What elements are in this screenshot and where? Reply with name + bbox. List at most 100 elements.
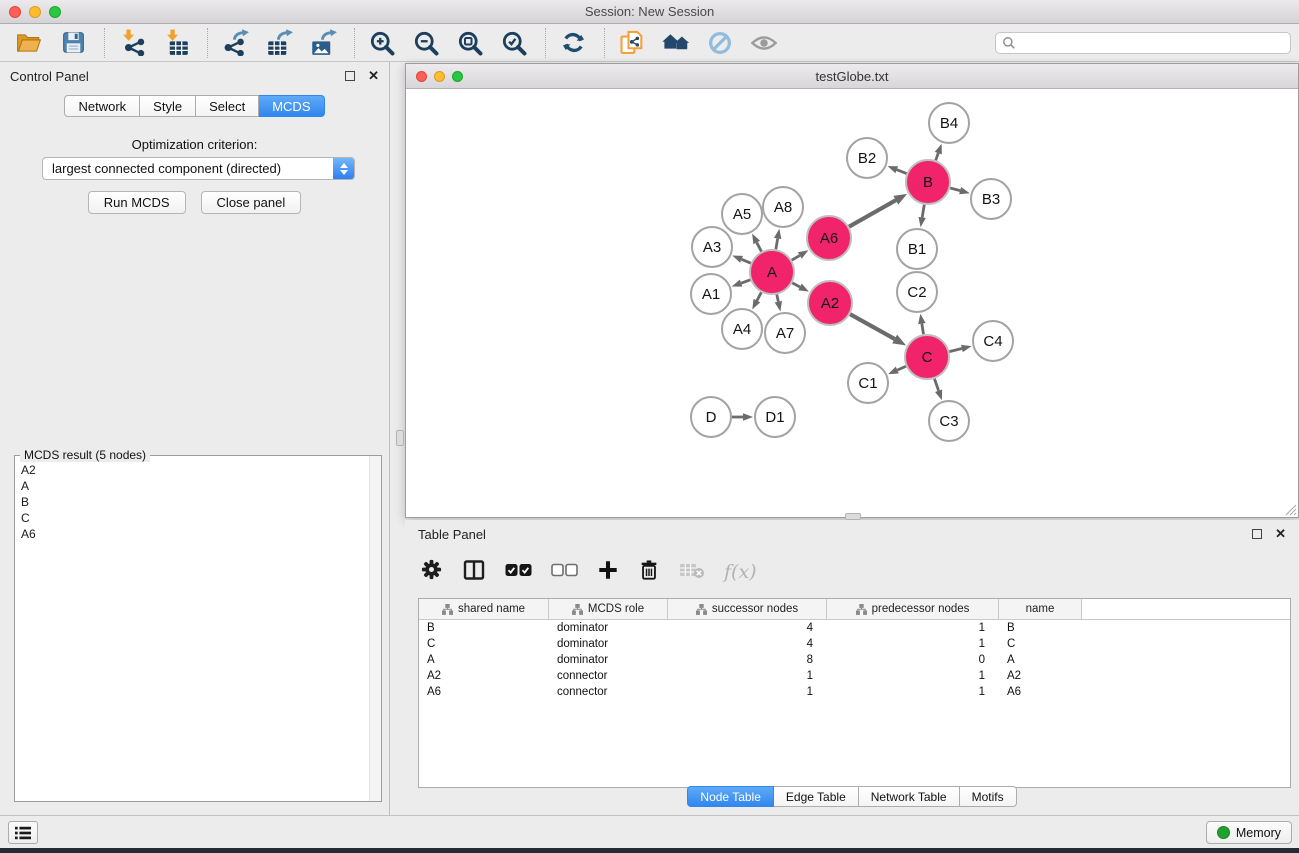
close-window-button[interactable] xyxy=(9,6,21,18)
result-item[interactable]: A xyxy=(21,478,363,494)
select-all-columns-button[interactable] xyxy=(505,563,532,582)
window-resize-grip[interactable] xyxy=(1284,503,1297,516)
export-image-button[interactable] xyxy=(308,29,338,57)
graph-edge[interactable] xyxy=(792,283,800,287)
graph-edge[interactable] xyxy=(742,259,751,263)
run-mcds-button[interactable]: Run MCDS xyxy=(88,191,186,214)
import-table-button[interactable] xyxy=(161,29,191,57)
table-cell[interactable]: 1 xyxy=(827,670,999,682)
table-row[interactable]: Bdominator41B xyxy=(419,620,1290,636)
graph-edge[interactable] xyxy=(776,239,778,250)
tab-network[interactable]: Network xyxy=(64,95,140,117)
tab-network-table[interactable]: Network Table xyxy=(859,786,960,807)
table-cell[interactable]: 1 xyxy=(668,670,827,682)
table-cell[interactable]: B xyxy=(999,622,1082,634)
minimize-window-button[interactable] xyxy=(29,6,41,18)
table-cell[interactable]: C xyxy=(999,638,1082,650)
tab-node-table[interactable]: Node Table xyxy=(687,786,774,807)
table-cell[interactable]: B xyxy=(419,622,549,634)
result-item[interactable]: C xyxy=(21,510,363,526)
table-settings-button[interactable] xyxy=(420,558,443,586)
table-cell[interactable]: 4 xyxy=(668,622,827,634)
delete-table-button[interactable] xyxy=(679,561,705,584)
table-cell[interactable]: A xyxy=(419,654,549,666)
table-cell[interactable]: A2 xyxy=(419,670,549,682)
graph-edge[interactable] xyxy=(741,280,750,283)
table-cell[interactable]: A6 xyxy=(419,686,549,698)
close-view-button[interactable] xyxy=(416,71,427,82)
table-cell[interactable]: 0 xyxy=(827,654,999,666)
import-network-button[interactable] xyxy=(117,29,147,57)
tab-style[interactable]: Style xyxy=(140,95,196,117)
maximize-view-button[interactable] xyxy=(452,71,463,82)
table-cell[interactable]: C xyxy=(419,638,549,650)
graph-edge[interactable] xyxy=(849,200,896,226)
zoom-selected-button[interactable] xyxy=(499,29,529,57)
tab-edge-table[interactable]: Edge Table xyxy=(774,786,859,807)
table-cell[interactable]: dominator xyxy=(549,654,668,666)
delete-column-button[interactable] xyxy=(638,559,660,586)
float-table-panel-icon[interactable] xyxy=(1252,529,1262,539)
result-scrollbar[interactable] xyxy=(369,456,381,801)
network-canvas[interactable]: B4B2BB3A5A8A6A3B1AA1C2A2A4A7C4CC1C3DD1 xyxy=(406,90,1298,517)
duplicate-network-button[interactable] xyxy=(617,29,647,57)
table-cell[interactable]: 1 xyxy=(827,638,999,650)
column-header-predecessor-nodes[interactable]: predecessor nodes xyxy=(827,599,999,619)
tab-mcds[interactable]: MCDS xyxy=(259,95,324,117)
zoom-in-button[interactable] xyxy=(367,29,397,57)
network-window-titlebar[interactable]: testGlobe.txt xyxy=(406,64,1298,89)
add-column-button[interactable] xyxy=(597,559,619,586)
graph-edge[interactable] xyxy=(936,153,939,160)
graph-edge[interactable] xyxy=(897,366,906,370)
close-panel-icon[interactable]: ✕ xyxy=(368,71,379,81)
table-cell[interactable]: 1 xyxy=(827,686,999,698)
memory-button[interactable]: Memory xyxy=(1206,821,1292,844)
graph-edge[interactable] xyxy=(757,242,762,251)
search-box[interactable] xyxy=(995,32,1291,54)
graph-edge[interactable] xyxy=(922,324,924,335)
graph-edge[interactable] xyxy=(777,294,779,301)
maximize-window-button[interactable] xyxy=(49,6,61,18)
result-item[interactable]: A2 xyxy=(21,462,363,478)
tab-select[interactable]: Select xyxy=(196,95,259,117)
horizontal-splitter-handle[interactable] xyxy=(845,513,861,520)
graph-edge[interactable] xyxy=(950,188,960,191)
deselect-all-columns-button[interactable] xyxy=(551,563,578,582)
show-graphics-details-button[interactable] xyxy=(749,29,779,57)
table-cell[interactable]: 4 xyxy=(668,638,827,650)
graph-edge[interactable] xyxy=(897,170,907,174)
hide-graphics-details-button[interactable] xyxy=(705,29,735,57)
search-input[interactable] xyxy=(1020,36,1284,50)
table-cell[interactable]: connector xyxy=(549,686,668,698)
export-network-button[interactable] xyxy=(220,29,250,57)
table-cell[interactable]: dominator xyxy=(549,622,668,634)
graph-edge[interactable] xyxy=(757,292,761,300)
result-item[interactable]: A6 xyxy=(21,526,363,542)
column-header-name[interactable]: name xyxy=(999,599,1082,619)
graph-edge[interactable] xyxy=(934,379,938,391)
table-cell[interactable]: A xyxy=(999,654,1082,666)
close-table-panel-icon[interactable]: ✕ xyxy=(1275,529,1286,539)
tab-motifs[interactable]: Motifs xyxy=(960,786,1017,807)
graph-edge[interactable] xyxy=(850,314,895,339)
export-table-button[interactable] xyxy=(264,29,294,57)
criterion-dropdown[interactable]: largest connected component (directed) xyxy=(42,157,355,180)
graph-edge[interactable] xyxy=(922,205,924,218)
vertical-splitter-handle[interactable] xyxy=(396,430,404,446)
table-cell[interactable]: A6 xyxy=(999,686,1082,698)
task-history-button[interactable] xyxy=(8,821,38,844)
minimize-view-button[interactable] xyxy=(434,71,445,82)
table-cell[interactable]: 1 xyxy=(668,686,827,698)
open-session-button[interactable] xyxy=(14,29,44,57)
table-cell[interactable]: 1 xyxy=(827,622,999,634)
column-visibility-button[interactable] xyxy=(462,558,486,587)
table-row[interactable]: A6connector11A6 xyxy=(419,684,1290,700)
column-header-successor-nodes[interactable]: successor nodes xyxy=(668,599,827,619)
table-row[interactable]: A2connector11A2 xyxy=(419,668,1290,684)
close-panel-button[interactable]: Close panel xyxy=(201,191,302,214)
zoom-fit-button[interactable] xyxy=(455,29,485,57)
table-row[interactable]: Cdominator41C xyxy=(419,636,1290,652)
table-cell[interactable]: A2 xyxy=(999,670,1082,682)
table-cell[interactable]: dominator xyxy=(549,638,668,650)
float-panel-icon[interactable] xyxy=(345,71,355,81)
